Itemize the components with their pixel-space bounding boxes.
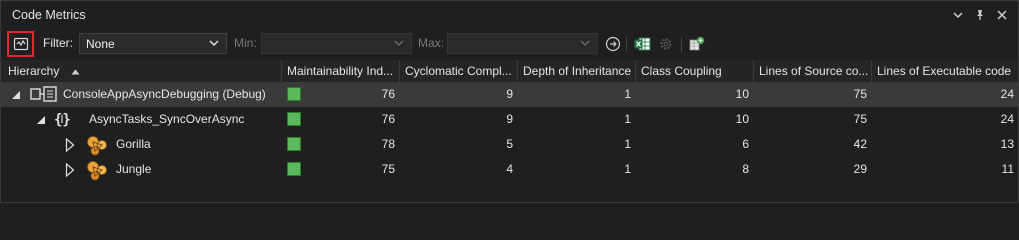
sort-ascending-icon — [71, 69, 80, 75]
row-name: Jungle — [116, 162, 152, 176]
maintainability-cell: 78 — [281, 132, 399, 157]
collapsed-arrow-icon[interactable] — [65, 163, 75, 177]
depth-cell: 1 — [624, 87, 631, 101]
toolbar-separator — [681, 37, 682, 52]
title-bar: Code Metrics — [1, 1, 1018, 28]
column-header-depth[interactable]: Depth of Inheritance — [517, 60, 635, 82]
source-lines-cell: 42 — [853, 137, 867, 151]
calculate-metrics-button[interactable] — [7, 31, 34, 57]
row-name: ConsoleAppAsyncDebugging (Debug) — [63, 87, 266, 101]
apply-filter-icon[interactable] — [604, 35, 622, 53]
table-row[interactable]: Jungle 75 4 1 8 29 11 — [1, 157, 1018, 182]
table-row[interactable]: {} AsyncTasks_SyncOverAsync 76 9 1 10 75… — [1, 107, 1018, 132]
maintainability-indicator — [287, 112, 301, 126]
filter-dropdown[interactable]: None — [79, 33, 227, 54]
column-header-executable-lines[interactable]: Lines of Executable code — [871, 60, 1018, 82]
executable-lines-cell: 13 — [1000, 137, 1014, 151]
class-icon — [87, 136, 107, 156]
column-header-source-lines[interactable]: Lines of Source co... — [753, 60, 871, 82]
close-icon[interactable] — [992, 5, 1012, 25]
depth-cell: 1 — [624, 137, 631, 151]
column-header-maintainability[interactable]: Maintainability Ind... — [281, 60, 399, 82]
window-title: Code Metrics — [12, 7, 86, 22]
chevron-down-icon[interactable] — [948, 5, 968, 25]
maintainability-cell: 76 — [281, 82, 399, 107]
pin-icon[interactable] — [970, 5, 990, 25]
depth-cell: 1 — [624, 112, 631, 126]
table-row[interactable]: Gorilla 78 5 1 6 42 13 — [1, 132, 1018, 157]
maintainability-cell: 75 — [281, 157, 399, 182]
coupling-cell: 10 — [735, 112, 749, 126]
class-icon — [87, 161, 107, 181]
cyclomatic-cell: 4 — [506, 162, 513, 176]
cyclomatic-cell: 9 — [506, 112, 513, 126]
executable-lines-cell: 11 — [1001, 162, 1014, 176]
filter-label: Filter: — [43, 36, 73, 50]
coupling-cell: 10 — [735, 87, 749, 101]
column-header-coupling[interactable]: Class Coupling — [635, 60, 753, 82]
expanded-arrow-icon[interactable] — [36, 115, 46, 125]
toolbar-separator — [626, 37, 627, 52]
calculate-metrics-icon — [13, 37, 28, 51]
depth-cell: 1 — [624, 162, 631, 176]
namespace-icon: {} — [54, 112, 71, 127]
column-header-hierarchy[interactable]: Hierarchy — [1, 60, 281, 82]
assembly-icon — [30, 86, 57, 102]
add-column-icon[interactable] — [688, 35, 706, 53]
chevron-down-icon — [580, 40, 590, 47]
collapsed-arrow-icon[interactable] — [65, 138, 75, 152]
code-metrics-window: Code Metrics Filter: None Min: Max: Hier… — [0, 0, 1019, 203]
chevron-down-icon — [209, 40, 219, 47]
source-lines-cell: 29 — [853, 162, 867, 176]
source-lines-cell: 75 — [853, 87, 867, 101]
row-name: AsyncTasks_SyncOverAsync — [89, 112, 245, 126]
maintainability-indicator — [287, 137, 301, 151]
min-label: Min: — [234, 36, 257, 50]
row-name: Gorilla — [116, 137, 151, 151]
column-header-cyclomatic[interactable]: Cyclomatic Compl... — [399, 60, 517, 82]
excel-export-icon[interactable] — [633, 35, 651, 53]
maintainability-indicator — [287, 87, 301, 101]
expanded-arrow-icon[interactable] — [11, 90, 21, 100]
executable-lines-cell: 24 — [1000, 87, 1014, 101]
settings-icon[interactable] — [657, 35, 675, 53]
cyclomatic-cell: 5 — [506, 137, 513, 151]
chevron-down-icon — [394, 40, 404, 47]
cyclomatic-cell: 9 — [506, 87, 513, 101]
source-lines-cell: 75 — [853, 112, 867, 126]
max-dropdown[interactable] — [447, 33, 598, 54]
executable-lines-cell: 24 — [1000, 112, 1014, 126]
coupling-cell: 8 — [742, 162, 749, 176]
max-label: Max: — [418, 36, 445, 50]
coupling-cell: 6 — [742, 137, 749, 151]
filter-dropdown-value: None — [86, 36, 115, 51]
metrics-grid: Hierarchy Maintainability Ind... Cycloma… — [1, 60, 1018, 202]
table-row[interactable]: ConsoleAppAsyncDebugging (Debug) 76 9 1 … — [1, 82, 1018, 107]
toolbar: Filter: None Min: Max: — [1, 29, 1018, 59]
maintainability-cell: 76 — [281, 107, 399, 132]
grid-header: Hierarchy Maintainability Ind... Cycloma… — [1, 60, 1018, 83]
maintainability-indicator — [287, 162, 301, 176]
min-dropdown[interactable] — [261, 33, 412, 54]
